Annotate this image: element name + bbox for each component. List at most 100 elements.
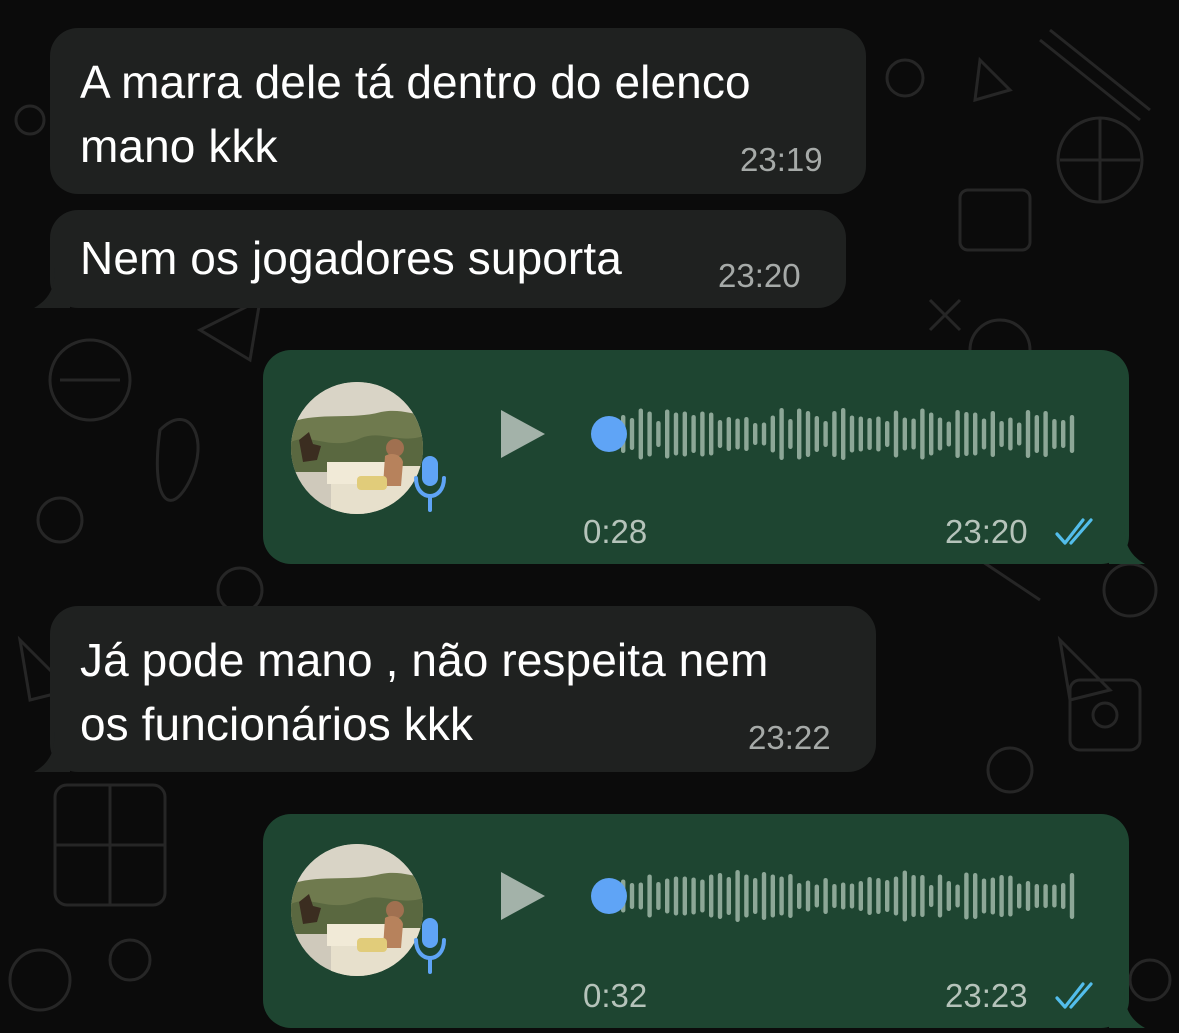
- waveform-bar: [841, 408, 846, 460]
- waveform-bar: [656, 882, 661, 910]
- waveform-bar: [665, 409, 670, 459]
- waveform-bar: [1043, 411, 1048, 457]
- waveform-bar: [753, 423, 758, 445]
- double-check-read-icon: [1055, 982, 1093, 1009]
- message-bubble-incoming[interactable]: Já pode mano , não respeita nem os funci…: [50, 606, 876, 772]
- waveform-bar: [946, 881, 951, 911]
- waveform-bar: [629, 883, 635, 909]
- waveform-bar: [700, 411, 705, 457]
- waveform-bar: [849, 415, 855, 453]
- waveform-bar: [902, 417, 907, 451]
- waveform-bar: [673, 412, 679, 456]
- message-timestamp: 23:19: [740, 141, 823, 178]
- double-check-read-icon: [1055, 518, 1093, 545]
- waveform-bar: [805, 411, 811, 457]
- waveform-bar: [876, 416, 881, 452]
- waveform-bar: [964, 872, 969, 920]
- waveform-bar: [885, 421, 890, 447]
- waveform-bar: [1069, 873, 1075, 919]
- waveform-bar: [647, 874, 652, 918]
- waveform-bar: [858, 881, 863, 911]
- waveform-bar: [744, 874, 749, 918]
- waveform-bar: [647, 411, 652, 457]
- audio-waveform[interactable]: [589, 864, 1089, 926]
- waveform-bar: [814, 416, 819, 452]
- waveform-bar: [753, 878, 758, 914]
- waveform-bar: [876, 878, 881, 914]
- waveform-bar: [893, 876, 899, 916]
- waveform-bar: [744, 417, 749, 451]
- waveform-bar: [893, 410, 899, 458]
- waveform-bar: [885, 880, 890, 912]
- waveform-bar: [1061, 420, 1066, 448]
- waveform-bar: [700, 879, 705, 913]
- waveform-bar: [717, 873, 723, 919]
- sender-avatar: [291, 382, 423, 514]
- waveform-bar: [981, 418, 987, 450]
- waveform-bar: [1034, 415, 1039, 453]
- audio-waveform[interactable]: [589, 402, 1089, 464]
- waveform-bar: [937, 874, 943, 918]
- waveform-bar: [1052, 419, 1057, 449]
- play-icon[interactable]: [499, 870, 547, 922]
- waveform-bar: [832, 411, 837, 457]
- playback-position-dot[interactable]: [591, 878, 627, 914]
- voice-message-bubble[interactable]: 0:28 23:20: [263, 350, 1129, 564]
- waveform-bar: [682, 411, 687, 457]
- waveform-bar: [779, 876, 784, 916]
- waveform-bar: [1061, 883, 1066, 909]
- waveform-bar: [761, 872, 767, 920]
- waveform-bar: [814, 884, 819, 908]
- waveform-bar: [717, 420, 723, 448]
- waveform-bar: [946, 421, 951, 447]
- waveform-bar: [955, 410, 960, 458]
- message-timestamp: 23:22: [748, 719, 831, 756]
- waveform-bar: [673, 876, 679, 916]
- waveform-bar: [1017, 883, 1022, 909]
- waveform-bar: [1025, 410, 1031, 458]
- message-bubble-incoming[interactable]: A marra dele tá dentro do elenco mano kk…: [50, 28, 866, 194]
- message-timestamp: 23:20: [718, 257, 801, 294]
- waveform-bar: [999, 421, 1004, 447]
- playback-position-dot[interactable]: [591, 416, 627, 452]
- play-icon[interactable]: [499, 408, 547, 460]
- waveform-bar: [1008, 875, 1013, 917]
- waveform-bar: [990, 877, 995, 915]
- message-timestamp: 23:23: [945, 977, 1028, 1014]
- waveform-bar: [964, 412, 969, 456]
- waveform-bar: [911, 875, 916, 917]
- waveform-bar: [867, 418, 872, 450]
- bubble-tail: [34, 732, 70, 772]
- waveform-bar: [726, 877, 731, 915]
- waveform-bar: [788, 874, 793, 918]
- waveform-bar: [1052, 884, 1057, 908]
- waveform-bar: [797, 883, 802, 909]
- message-text: Já pode mano , não respeita nem os funci…: [80, 634, 769, 750]
- waveform-bar: [841, 882, 846, 910]
- waveform-bar: [973, 873, 978, 919]
- waveform-bar: [832, 884, 837, 908]
- waveform-bar: [682, 876, 687, 916]
- waveform-bar: [1008, 417, 1013, 451]
- waveform-bar: [973, 412, 978, 456]
- waveform-bar: [1043, 884, 1048, 908]
- waveform-bar: [691, 877, 696, 915]
- waveform-bar: [629, 418, 635, 450]
- waveform-bar: [867, 877, 872, 915]
- waveform-bar: [805, 880, 811, 912]
- waveform-bar: [902, 870, 907, 922]
- waveform-bar: [709, 874, 714, 918]
- waveform-bar: [920, 875, 925, 917]
- microphone-icon: [414, 456, 446, 512]
- waveform-bar: [937, 417, 943, 451]
- waveform-bar: [779, 408, 784, 460]
- waveform-bar: [823, 421, 828, 447]
- waveform-bar: [999, 875, 1004, 917]
- waveform-bar: [920, 408, 925, 460]
- waveform-bar: [735, 418, 740, 450]
- message-bubble-incoming[interactable]: Nem os jogadores suporta 23:20: [50, 210, 846, 308]
- voice-message-bubble[interactable]: 0:32 23:23: [263, 814, 1129, 1028]
- waveform-bar: [709, 412, 714, 456]
- waveform-bar: [911, 418, 916, 450]
- bubble-tail: [34, 268, 70, 308]
